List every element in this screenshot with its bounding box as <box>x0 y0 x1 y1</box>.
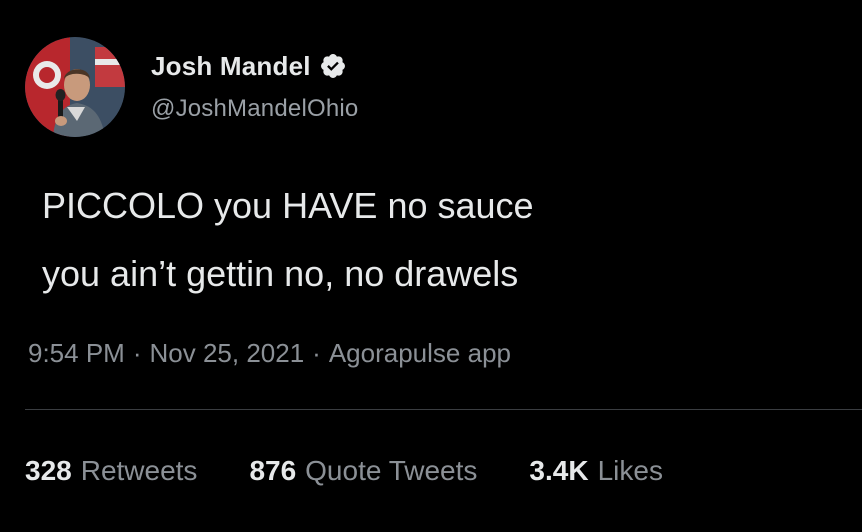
tweet-metadata: 9:54 PM · Nov 25, 2021 · Agorapulse app <box>28 338 511 369</box>
tweet-card: Josh Mandel @JoshMandelOhio PICCOLO you … <box>0 0 862 532</box>
quote-tweets-stat[interactable]: 876 Quote Tweets <box>249 455 477 487</box>
meta-separator: · <box>312 338 321 368</box>
tweet-text: PICCOLO you HAVE no sauce you ain’t gett… <box>42 172 842 308</box>
profile-avatar[interactable] <box>25 37 125 137</box>
author-handle[interactable]: @JoshMandelOhio <box>151 95 358 123</box>
quote-tweets-label: Quote Tweets <box>305 455 478 486</box>
avatar-image <box>25 37 125 137</box>
quote-tweets-count: 876 <box>249 455 297 486</box>
retweets-label: Retweets <box>80 455 198 486</box>
tweet-source[interactable]: Agorapulse app <box>329 338 511 368</box>
retweets-stat[interactable]: 328 Retweets <box>25 455 197 487</box>
author-display-name[interactable]: Josh Mandel <box>151 51 311 82</box>
tweet-text-line: PICCOLO you HAVE no sauce <box>42 185 534 226</box>
likes-count: 3.4K <box>529 455 589 486</box>
meta-separator: · <box>132 338 142 368</box>
tweet-time[interactable]: 9:54 PM <box>28 338 125 368</box>
retweets-count: 328 <box>25 455 72 486</box>
likes-stat[interactable]: 3.4K Likes <box>529 455 663 487</box>
verified-badge-icon <box>319 52 347 80</box>
engagement-stats: 328 Retweets 876 Quote Tweets 3.4K Likes <box>25 455 715 487</box>
divider <box>25 409 862 410</box>
author-name-row[interactable]: Josh Mandel <box>151 49 347 83</box>
tweet-date[interactable]: Nov 25, 2021 <box>150 338 305 368</box>
likes-label: Likes <box>597 455 663 486</box>
tweet-text-line: you ain’t gettin no, no drawels <box>42 253 519 294</box>
